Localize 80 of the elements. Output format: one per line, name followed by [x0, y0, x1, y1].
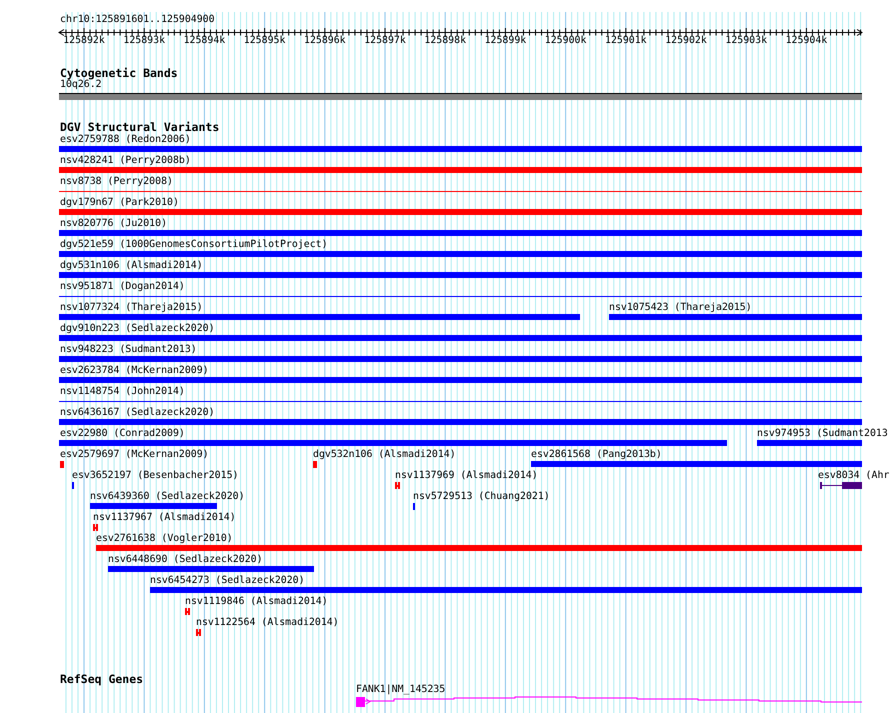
- variant-label: nsv1148754 (John2014): [60, 386, 185, 398]
- tick-label: 125900k: [544, 35, 587, 47]
- variant-bar[interactable]: [59, 146, 862, 152]
- variant-label: nsv1075423 (Thareja2015): [609, 302, 752, 314]
- band-label: 10q26.2: [60, 79, 102, 91]
- variant-label: esv2579697 (McKernan2009): [60, 449, 209, 461]
- variant-label: nsv6436167 (Sedlazeck2020): [60, 407, 215, 419]
- variant-label: nsv974953 (Sudmant2013: [757, 428, 888, 440]
- variant-bar[interactable]: [59, 440, 727, 446]
- variant-label: esv22980 (Conrad2009): [60, 428, 185, 440]
- tick-label: 125896k: [304, 35, 346, 47]
- variant-label: nsv1137967 (Alsmadi2014): [93, 512, 236, 524]
- variant-bar[interactable]: [757, 440, 862, 446]
- variant-label: esv8034 (Ahr: [818, 470, 890, 482]
- tick-label: 125897k: [364, 35, 406, 47]
- variant-bar[interactable]: [59, 356, 862, 362]
- variant-bar[interactable]: [59, 251, 862, 257]
- variant-marker[interactable]: [93, 524, 98, 531]
- variant-feature[interactable]: [820, 482, 862, 489]
- variant-label: esv2861568 (Pang2013b): [531, 449, 662, 461]
- tick-label: 125895k: [244, 35, 286, 47]
- variant-label: dgv521e59 (1000GenomesConsortiumPilotProject): [60, 239, 328, 251]
- variant-label: esv2623784 (McKernan2009): [60, 365, 209, 377]
- variant-label: nsv820776 (Ju2010): [60, 218, 168, 230]
- tick-label: 125898k: [424, 35, 466, 47]
- gene-drawing[interactable]: [356, 696, 862, 707]
- tick-label: 125892k: [63, 35, 106, 47]
- track-title: Cytogenetic Bands: [60, 66, 178, 80]
- variant-label: dgv910n223 (Sedlazeck2020): [60, 323, 215, 335]
- variant-bar[interactable]: [59, 314, 580, 320]
- variant-marker[interactable]: [185, 608, 190, 615]
- variant-label: nsv948223 (Sudmant2013): [60, 344, 197, 356]
- variant-bar[interactable]: [59, 377, 862, 383]
- tick-label: 125901k: [604, 35, 647, 47]
- variant-label: esv2761638 (Vogler2010): [96, 533, 233, 545]
- variant-bar[interactable]: [609, 314, 862, 320]
- variant-label: nsv1119846 (Alsmadi2014): [185, 596, 328, 608]
- variant-bar[interactable]: [59, 419, 862, 425]
- variant-label: dgv531n106 (Alsmadi2014): [60, 260, 203, 272]
- variant-bar[interactable]: [59, 335, 862, 341]
- variant-label: nsv951871 (Dogan2014): [60, 281, 185, 293]
- tick-label: 125893k: [123, 35, 166, 47]
- variant-label: dgv532n106 (Alsmadi2014): [313, 449, 456, 461]
- tick-label: 125899k: [484, 35, 526, 47]
- variant-bar[interactable]: [150, 587, 862, 593]
- variant-line[interactable]: [59, 401, 862, 402]
- variant-line[interactable]: [59, 296, 862, 297]
- variant-label: nsv1122564 (Alsmadi2014): [196, 617, 339, 629]
- variant-bar[interactable]: [531, 461, 862, 467]
- variant-marker[interactable]: [196, 629, 201, 636]
- variant-label: nsv8738 (Perry2008): [60, 176, 173, 188]
- tick-label: 125904k: [785, 35, 828, 47]
- variant-bar[interactable]: [59, 209, 862, 215]
- variant-marker[interactable]: [395, 482, 400, 489]
- variant-bar[interactable]: [108, 566, 314, 572]
- variant-label: esv3652197 (Besenbacher2015): [72, 470, 238, 482]
- variant-label: nsv1077324 (Thareja2015): [60, 302, 203, 314]
- variant-label: nsv5729513 (Chuang2021): [413, 491, 550, 503]
- gene-label: FANK1|NM_145235: [356, 684, 446, 696]
- tick-label: 125903k: [725, 35, 768, 47]
- tick-label: 125902k: [665, 35, 708, 47]
- variant-bar[interactable]: [90, 503, 217, 509]
- track-title: RefSeq Genes: [60, 672, 144, 686]
- tick-label: 125894k: [183, 35, 226, 47]
- variant-line[interactable]: [59, 191, 862, 192]
- variant-label: dgv179n67 (Park2010): [60, 197, 179, 209]
- variant-marker[interactable]: [60, 461, 64, 468]
- variant-bar[interactable]: [96, 545, 862, 551]
- variant-label: nsv6439360 (Sedlazeck2020): [90, 491, 245, 503]
- variant-label: nsv6454273 (Sedlazeck2020): [150, 575, 305, 587]
- track-title: DGV Structural Variants: [60, 120, 220, 134]
- variant-label: nsv1137969 (Alsmadi2014): [395, 470, 538, 482]
- variant-bar[interactable]: [59, 167, 862, 173]
- location-label: chr10:125891601..125904900: [60, 14, 215, 26]
- variant-bar[interactable]: [59, 230, 862, 236]
- variant-bar[interactable]: [59, 272, 862, 278]
- variant-block[interactable]: [313, 461, 317, 468]
- variant-label: nsv428241 (Perry2008b): [60, 155, 191, 167]
- variant-label: nsv6448690 (Sedlazeck2020): [108, 554, 263, 566]
- variant-label: esv2759788 (Redon2006): [60, 134, 191, 146]
